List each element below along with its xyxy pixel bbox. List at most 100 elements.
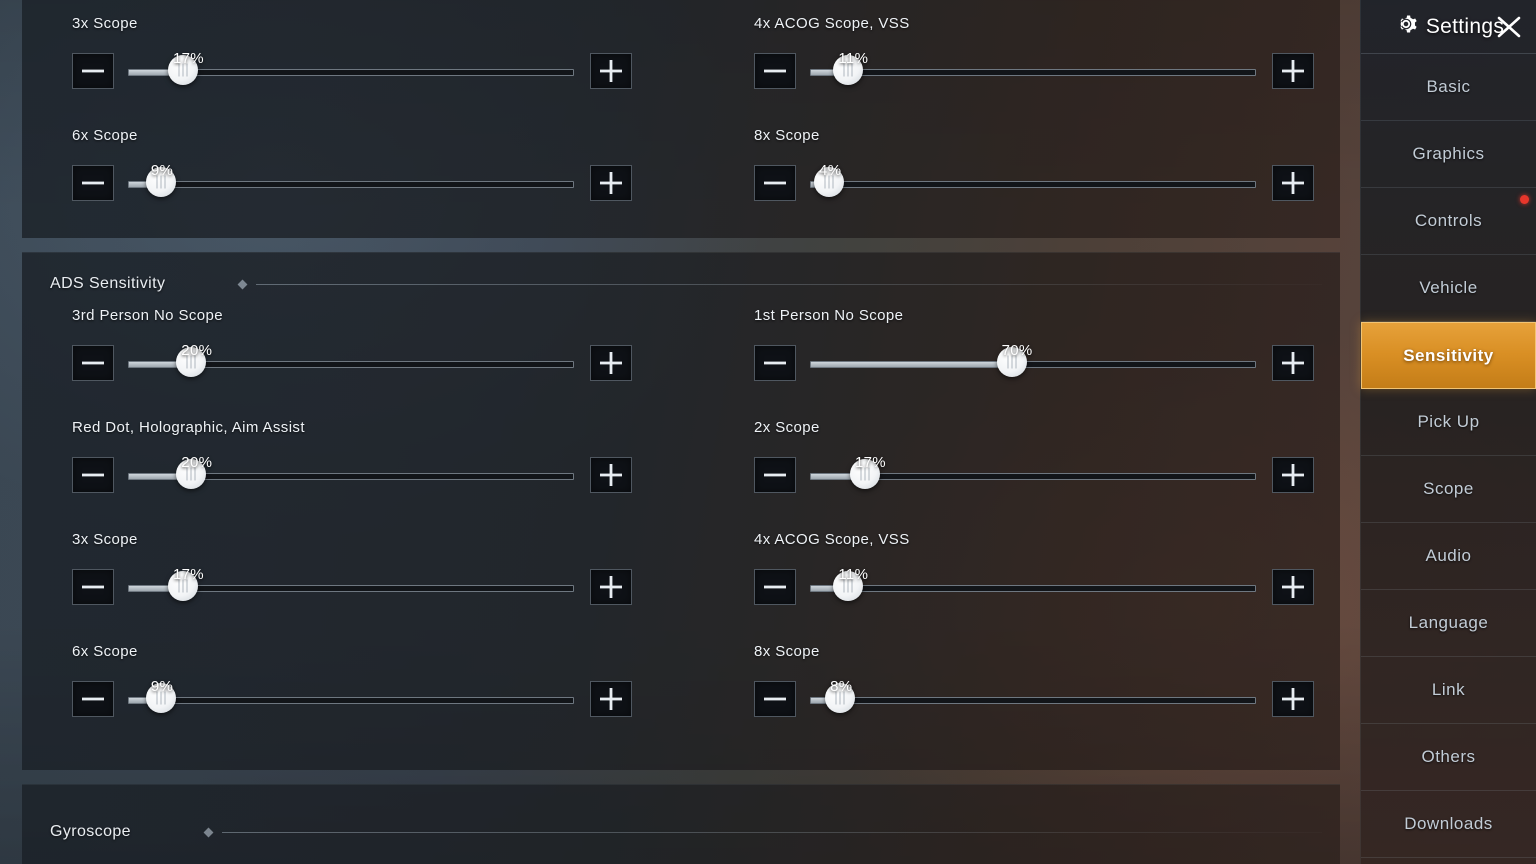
sidebar-item-language[interactable]: Language — [1361, 590, 1536, 657]
sensitivity-slider[interactable]: 70% — [810, 342, 1256, 381]
sensitivity-row-label: 8x Scope — [754, 643, 820, 660]
sensitivity-value: 20% — [181, 454, 213, 471]
sidebar-item-vehicle[interactable]: Vehicle — [1361, 255, 1536, 322]
minus-icon — [764, 696, 786, 702]
sidebar-item-basic[interactable]: Basic — [1361, 54, 1536, 121]
sensitivity-row-label: 4x ACOG Scope, VSS — [754, 15, 910, 32]
increase-button[interactable] — [590, 53, 632, 89]
decrease-button[interactable] — [72, 457, 114, 493]
plus-icon — [1282, 576, 1304, 598]
decrease-button[interactable] — [754, 457, 796, 493]
decrease-button[interactable] — [754, 681, 796, 717]
increase-button[interactable] — [1272, 165, 1314, 201]
sidebar-item-sensitivity[interactable]: Sensitivity — [1361, 322, 1536, 389]
plus-icon — [1282, 464, 1304, 486]
close-icon[interactable] — [1492, 10, 1526, 44]
sidebar-item-link[interactable]: Link — [1361, 657, 1536, 724]
sensitivity-slider[interactable]: 17% — [128, 50, 574, 89]
increase-button[interactable] — [590, 569, 632, 605]
increase-button[interactable] — [590, 681, 632, 717]
sidebar-item-controls[interactable]: Controls — [1361, 188, 1536, 255]
sidebar-item-label: Sensitivity — [1403, 345, 1494, 365]
sidebar-item-label: Audio — [1425, 546, 1472, 565]
minus-icon — [764, 472, 786, 478]
sensitivity-slider[interactable]: 11% — [810, 566, 1256, 605]
decrease-button[interactable] — [72, 345, 114, 381]
decrease-button[interactable] — [754, 345, 796, 381]
sensitivity-slider[interactable]: 11% — [810, 50, 1256, 89]
gear-icon — [1393, 11, 1419, 42]
sensitivity-slider[interactable]: 20% — [128, 342, 574, 381]
decrease-button[interactable] — [754, 165, 796, 201]
sensitivity-value: 17% — [173, 50, 204, 67]
sidebar-item-label: Graphics — [1412, 144, 1485, 163]
sensitivity-slider[interactable]: 8% — [810, 678, 1256, 717]
sidebar-header: Settings — [1361, 0, 1536, 54]
slider-track[interactable] — [128, 697, 574, 704]
sensitivity-value: 11% — [838, 50, 869, 67]
sensitivity-value: 9% — [150, 678, 174, 695]
notification-badge — [1520, 195, 1529, 204]
sensitivity-value: 70% — [1001, 342, 1033, 359]
slider-track[interactable] — [810, 585, 1256, 592]
sensitivity-row-8x-scope: 8x Scope 8% — [732, 643, 1332, 747]
decrease-button[interactable] — [72, 53, 114, 89]
plus-icon — [600, 576, 622, 598]
slider-track[interactable] — [128, 181, 574, 188]
settings-sidebar: Settings Basic Graphics Controls Vehicle Sen… — [1360, 0, 1536, 864]
sensitivity-slider[interactable]: 4% — [810, 162, 1256, 201]
sidebar-item-audio[interactable]: Audio — [1361, 523, 1536, 590]
sensitivity-slider[interactable]: 9% — [128, 162, 574, 201]
sensitivity-value: 8% — [830, 678, 853, 695]
sensitivity-row-label: 2x Scope — [754, 419, 820, 436]
sensitivity-row-4x-acog-scope-vss: 4x ACOG Scope, VSS 11% — [732, 15, 1332, 119]
sensitivity-row-3x-scope: 3x Scope 17% — [50, 531, 650, 635]
plus-icon — [600, 172, 622, 194]
sensitivity-value: 11% — [838, 566, 869, 583]
scope-sensitivity-panel: 3x Scope 17% 4x ACOG Scope, VSS 11% 6x Scope… — [22, 0, 1340, 238]
sidebar-item-downloads[interactable]: Downloads — [1361, 791, 1536, 858]
sensitivity-value: 17% — [173, 566, 204, 583]
increase-button[interactable] — [1272, 345, 1314, 381]
sidebar-item-label: Link — [1431, 680, 1466, 699]
increase-button[interactable] — [1272, 681, 1314, 717]
plus-icon — [600, 464, 622, 486]
increase-button[interactable] — [1272, 457, 1314, 493]
diamond-icon — [203, 827, 214, 837]
increase-button[interactable] — [1272, 53, 1314, 89]
minus-icon — [764, 584, 786, 590]
slider-track[interactable] — [810, 69, 1256, 76]
sensitivity-row-label: 1st Person No Scope — [754, 307, 904, 324]
sensitivity-slider[interactable]: 17% — [128, 566, 574, 605]
slider-track[interactable] — [810, 181, 1256, 188]
sensitivity-row-red-dot-holographic-aim-assist: Red Dot, Holographic, Aim Assist 20% — [50, 419, 650, 523]
sensitivity-slider[interactable]: 17% — [810, 454, 1256, 493]
decrease-button[interactable] — [754, 53, 796, 89]
minus-icon — [82, 584, 104, 590]
sensitivity-slider[interactable]: 20% — [128, 454, 574, 493]
minus-icon — [764, 360, 786, 366]
increase-button[interactable] — [590, 345, 632, 381]
sensitivity-row-label: 3x Scope — [72, 531, 138, 548]
sidebar-item-others[interactable]: Others — [1361, 724, 1536, 791]
decrease-button[interactable] — [72, 681, 114, 717]
sensitivity-row-3x-scope: 3x Scope 17% — [50, 15, 650, 119]
sensitivity-slider[interactable]: 9% — [128, 678, 574, 717]
ads-sensitivity-title: ADS Sensitivity — [50, 275, 166, 292]
decrease-button[interactable] — [72, 165, 114, 201]
decrease-button[interactable] — [754, 569, 796, 605]
increase-button[interactable] — [590, 457, 632, 493]
increase-button[interactable] — [1272, 569, 1314, 605]
sensitivity-row-label: Red Dot, Holographic, Aim Assist — [72, 419, 305, 436]
sidebar-item-scope[interactable]: Scope — [1361, 456, 1536, 523]
plus-icon — [600, 688, 622, 710]
minus-icon — [82, 472, 104, 478]
sidebar-item-graphics[interactable]: Graphics — [1361, 121, 1536, 188]
sensitivity-row-6x-scope: 6x Scope 9% — [50, 643, 650, 747]
increase-button[interactable] — [590, 165, 632, 201]
slider-track[interactable] — [810, 697, 1256, 704]
sidebar-item-label: Others — [1421, 747, 1476, 766]
header-divider-line — [256, 283, 1322, 285]
decrease-button[interactable] — [72, 569, 114, 605]
sidebar-item-pick-up[interactable]: Pick Up — [1361, 389, 1536, 456]
